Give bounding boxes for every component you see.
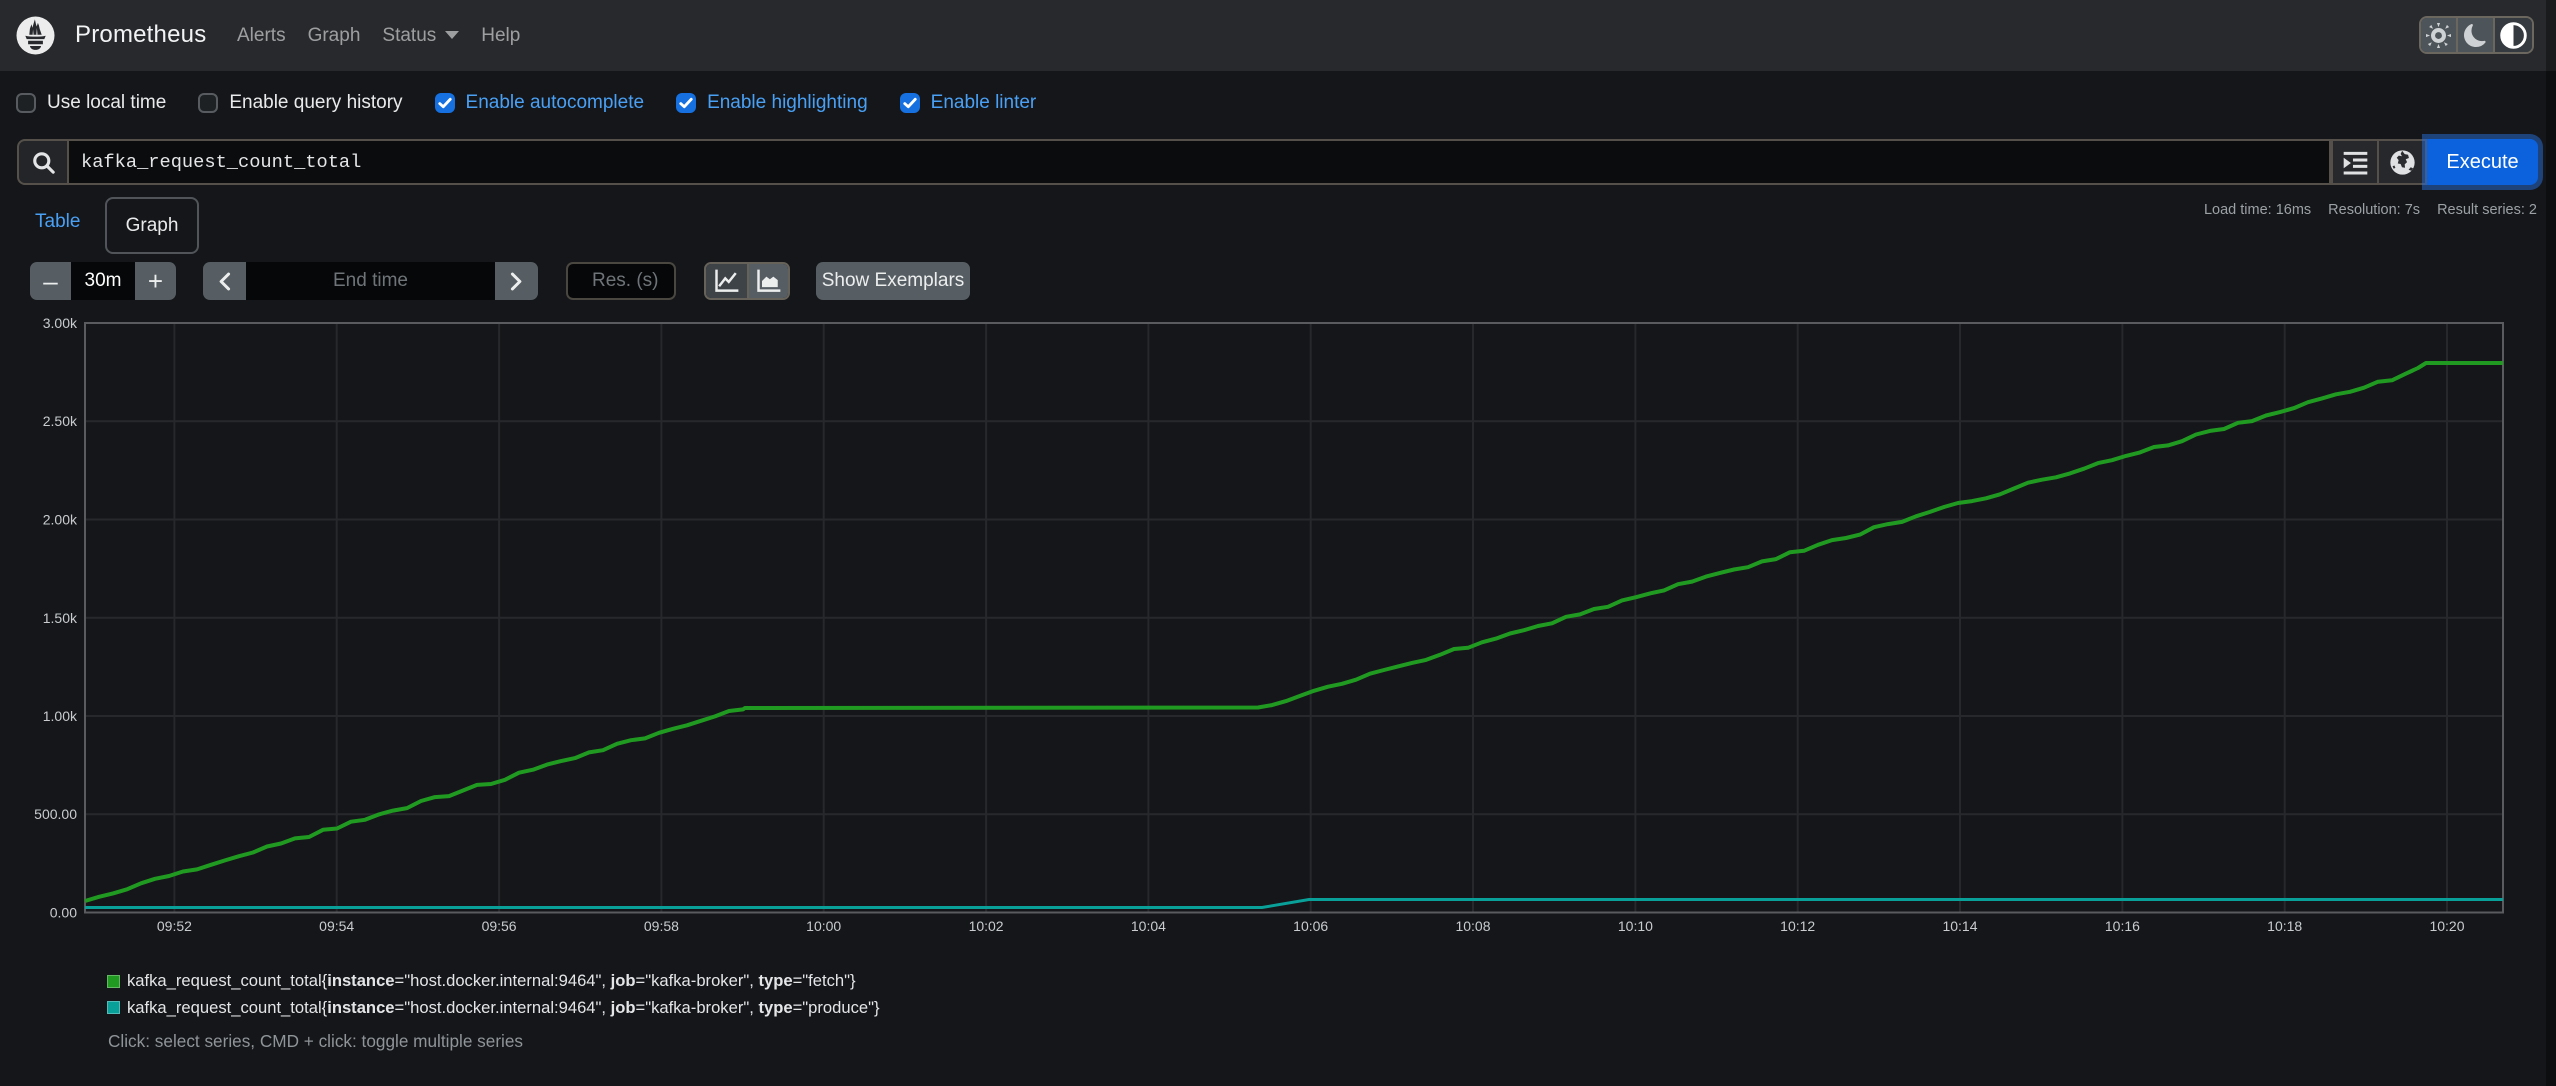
svg-text:10:12: 10:12 <box>1780 918 1815 934</box>
svg-text:10:00: 10:00 <box>806 918 841 934</box>
svg-text:09:58: 09:58 <box>644 918 679 934</box>
svg-text:1.00k: 1.00k <box>43 708 78 724</box>
svg-text:10:06: 10:06 <box>1293 918 1328 934</box>
svg-text:1.50k: 1.50k <box>43 610 78 626</box>
svg-text:2.00k: 2.00k <box>43 512 78 528</box>
svg-text:10:02: 10:02 <box>969 918 1004 934</box>
svg-text:10:20: 10:20 <box>2429 918 2464 934</box>
svg-text:09:52: 09:52 <box>157 918 192 934</box>
svg-text:10:14: 10:14 <box>1942 918 1977 934</box>
svg-text:09:54: 09:54 <box>319 918 354 934</box>
svg-text:3.00k: 3.00k <box>43 315 78 331</box>
svg-text:500.00: 500.00 <box>34 806 77 822</box>
svg-text:10:04: 10:04 <box>1131 918 1166 934</box>
svg-text:10:08: 10:08 <box>1455 918 1490 934</box>
svg-text:10:16: 10:16 <box>2105 918 2140 934</box>
svg-text:10:10: 10:10 <box>1618 918 1653 934</box>
svg-text:10:18: 10:18 <box>2267 918 2302 934</box>
svg-text:09:56: 09:56 <box>482 918 517 934</box>
svg-text:2.50k: 2.50k <box>43 413 78 429</box>
svg-text:0.00: 0.00 <box>50 905 77 921</box>
